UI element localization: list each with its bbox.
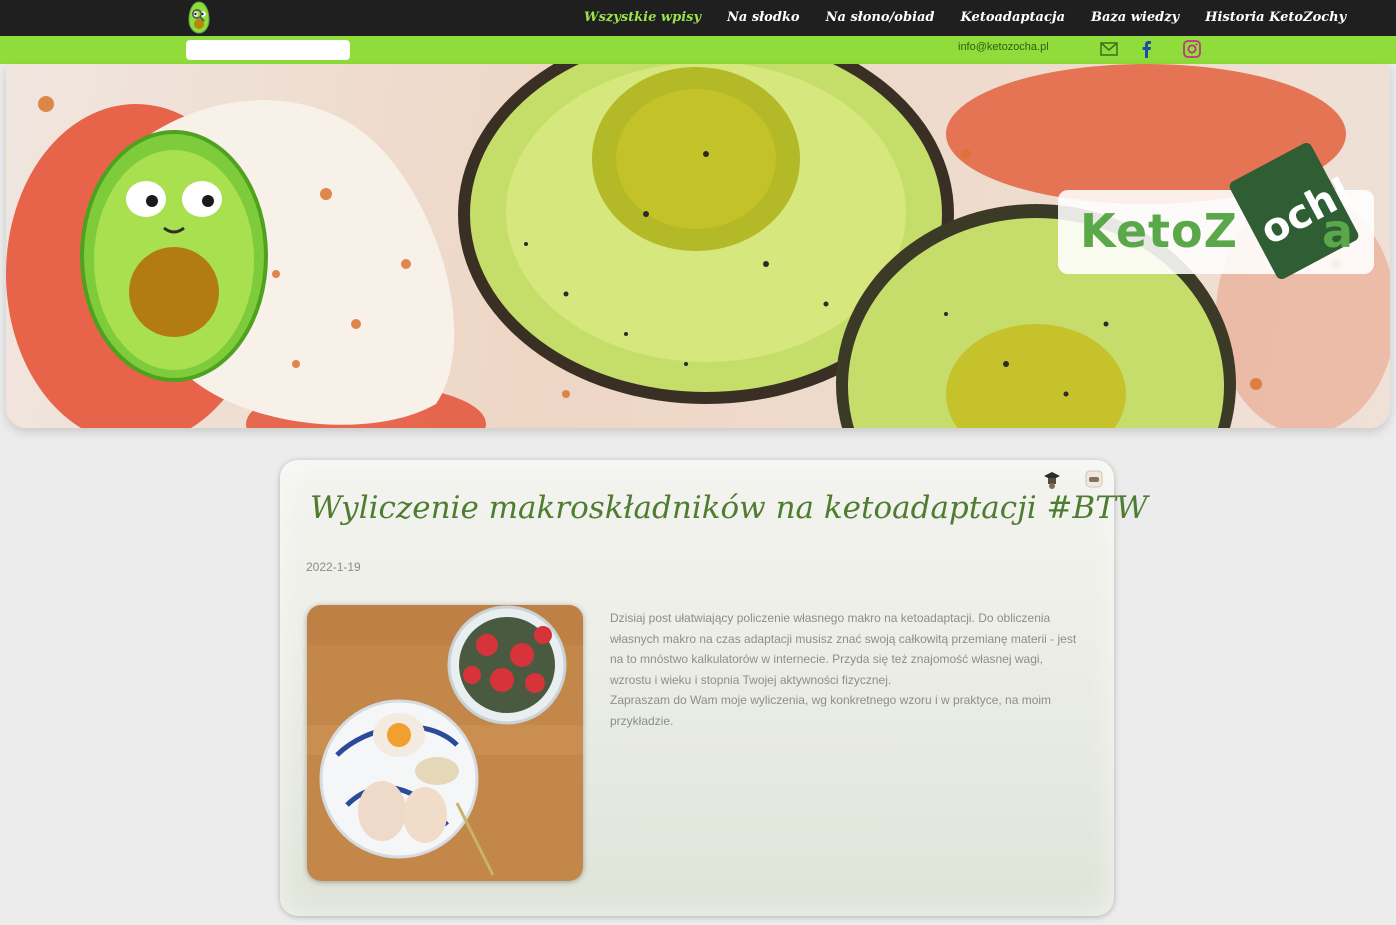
category-thumbnail-icon[interactable] — [1084, 468, 1104, 490]
email-link[interactable]: info@ketozocha.pl — [958, 41, 1049, 53]
post-food-photo — [307, 605, 583, 881]
brand-name: KetoZ a — [1080, 204, 1354, 258]
post-excerpt: Dzisiaj post ułatwiający policzenie włas… — [610, 608, 1086, 731]
mail-icon[interactable] — [1098, 39, 1120, 59]
nav-item-ketoadaptation[interactable]: Ketoadaptacja — [961, 10, 1065, 25]
nav-item-knowledge-base[interactable]: Baza wiedzy — [1091, 10, 1179, 25]
facebook-icon[interactable] — [1136, 39, 1158, 59]
main-nav: Wszystkie wpisy Na słodko Na słono/obiad… — [584, 0, 1346, 34]
mascot-avocado-icon — [80, 130, 268, 382]
instagram-icon[interactable] — [1181, 39, 1203, 59]
search-icon[interactable] — [190, 7, 206, 23]
search-box[interactable] — [186, 40, 350, 60]
search-input[interactable] — [208, 42, 348, 60]
nav-item-all-posts[interactable]: Wszystkie wpisy — [584, 10, 701, 25]
nav-item-savory[interactable]: Na słono/obiad — [826, 10, 935, 25]
hero-banner: och! KetoZ a — [6, 64, 1390, 428]
top-navigation-bar: Wszystkie wpisy Na słodko Na słono/obiad… — [0, 0, 1396, 36]
nav-item-sweet[interactable]: Na słodko — [727, 10, 800, 25]
post-thumbnail[interactable] — [307, 605, 583, 881]
brand-logo[interactable]: och! KetoZ a — [1058, 140, 1374, 282]
post-card[interactable]: Wyliczenie makroskładników na ketoadapta… — [280, 460, 1148, 916]
post-title[interactable]: Wyliczenie makroskładników na ketoadapta… — [310, 490, 1148, 526]
post-excerpt-paragraph: Dzisiaj post ułatwiający policzenie włas… — [610, 611, 1077, 687]
post-date: 2022-1-19 — [306, 560, 361, 574]
brand-name-prefix: KetoZ — [1080, 204, 1238, 258]
graduation-cap-icon[interactable] — [1042, 468, 1062, 490]
post-excerpt-paragraph: Zapraszam do Wam moje wyliczenia, wg kon… — [610, 693, 1052, 728]
brand-name-suffix: a — [1321, 204, 1355, 258]
nav-item-story[interactable]: Historia KetoZochy — [1205, 10, 1346, 25]
